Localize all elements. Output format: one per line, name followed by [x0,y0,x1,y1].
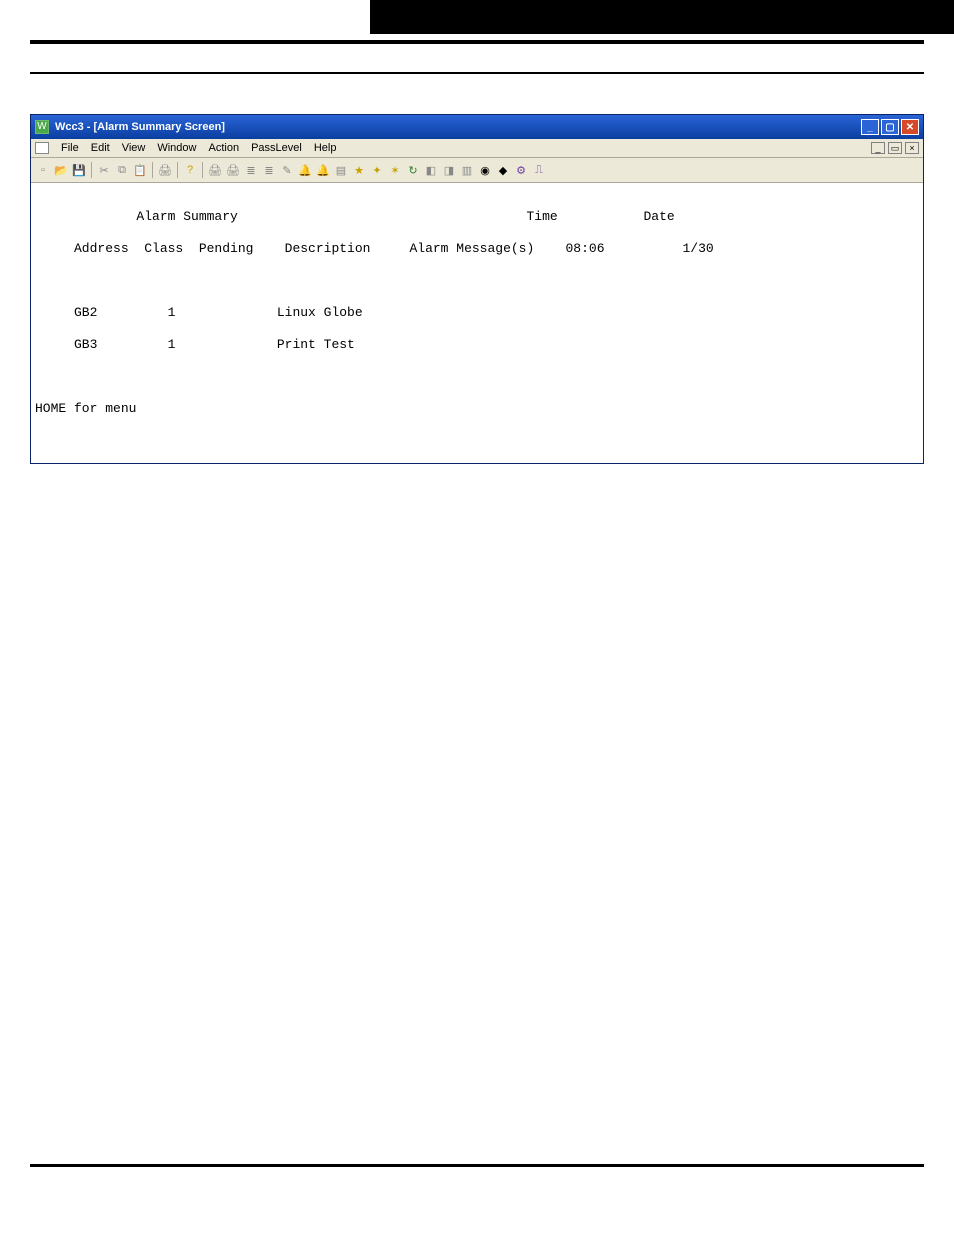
refresh-icon[interactable]: ↻ [405,162,421,178]
toolbar-separator [91,162,92,178]
printer-a-icon[interactable]: 🖨 [207,162,223,178]
menu-passlevel[interactable]: PassLevel [245,142,308,154]
summary-columns-line: Address Class Pending Description Alarm … [35,241,919,257]
summary-footer-line: HOME for menu [35,401,919,417]
header-black-bar [370,0,954,34]
mdi-restore-button[interactable]: ▭ [888,142,902,154]
page-icon[interactable]: ▥ [459,162,475,178]
menu-window[interactable]: Window [151,142,202,154]
menu-file[interactable]: File [55,142,85,154]
menubar: File Edit View Window Action PassLevel H… [31,139,923,158]
summary-blank-line [35,273,919,289]
window-maximize-button[interactable]: ▢ [881,119,899,135]
window-title: Wcc3 - [Alarm Summary Screen] [55,121,225,133]
wand-b-icon[interactable]: ✦ [369,162,385,178]
bell-b-icon[interactable]: 🔔 [315,162,331,178]
footer-rule [30,1164,924,1167]
header-rule-thin [30,72,924,74]
summary-row-0: GB2 1 Linux Globe [35,305,919,321]
help-icon[interactable]: ? [182,162,198,178]
mdi-window-controls: _ ▭ × [871,142,919,154]
summary-heading-line: Alarm Summary Time Date [35,209,919,225]
mdi-close-button[interactable]: × [905,142,919,154]
knob-a-icon[interactable]: ⚙ [513,162,529,178]
header-rule-thick [30,40,924,44]
write-icon[interactable]: ✎ [279,162,295,178]
window-minimize-button[interactable]: _ [861,119,879,135]
alarm-summary-screen: Alarm Summary Time Date Address Class Pe… [31,183,923,463]
bell-a-icon[interactable]: 🔔 [297,162,313,178]
tool-b-icon[interactable]: ◨ [441,162,457,178]
copy-icon[interactable]: ⧉ [114,162,130,178]
mdi-minimize-button[interactable]: _ [871,142,885,154]
toolbar-separator [177,162,178,178]
toolbar: ▫📂💾✂⧉📋🖨?🖨🖨≣≣✎🔔🔔▤★✦✶↻◧◨▥◉◆⚙⎍ [31,158,923,183]
screen-icon[interactable]: ▤ [333,162,349,178]
menu-edit[interactable]: Edit [85,142,116,154]
cut-icon[interactable]: ✂ [96,162,112,178]
new-file-icon[interactable]: ▫ [35,162,51,178]
window-controls: _ ▢ ✕ [861,119,919,135]
toolbar-separator [152,162,153,178]
wand-a-icon[interactable]: ★ [351,162,367,178]
save-icon[interactable]: 💾 [71,162,87,178]
star-icon[interactable]: ✶ [387,162,403,178]
summary-blank-line-2 [35,369,919,385]
menu-view[interactable]: View [116,142,152,154]
knob-b-icon[interactable]: ⎍ [531,162,547,178]
dot-icon[interactable]: ◆ [495,162,511,178]
paste-icon[interactable]: 📋 [132,162,148,178]
menu-help[interactable]: Help [308,142,343,154]
open-folder-icon[interactable]: 📂 [53,162,69,178]
toolbar-separator [202,162,203,178]
print-icon[interactable]: 🖨 [157,162,173,178]
document-icon [35,142,49,154]
app-window: W Wcc3 - [Alarm Summary Screen] _ ▢ ✕ Fi… [30,114,924,464]
page-root: W Wcc3 - [Alarm Summary Screen] _ ▢ ✕ Fi… [0,0,954,1207]
app-icon-letter: W [37,122,46,132]
menu-action[interactable]: Action [202,142,245,154]
summary-row-1: GB3 1 Print Test [35,337,919,353]
stack-b-icon[interactable]: ≣ [261,162,277,178]
tool-a-icon[interactable]: ◧ [423,162,439,178]
camera-icon[interactable]: ◉ [477,162,493,178]
app-icon: W [35,120,49,134]
stack-a-icon[interactable]: ≣ [243,162,259,178]
titlebar: W Wcc3 - [Alarm Summary Screen] _ ▢ ✕ [31,115,923,139]
printer-b-icon[interactable]: 🖨 [225,162,241,178]
window-close-button[interactable]: ✕ [901,119,919,135]
